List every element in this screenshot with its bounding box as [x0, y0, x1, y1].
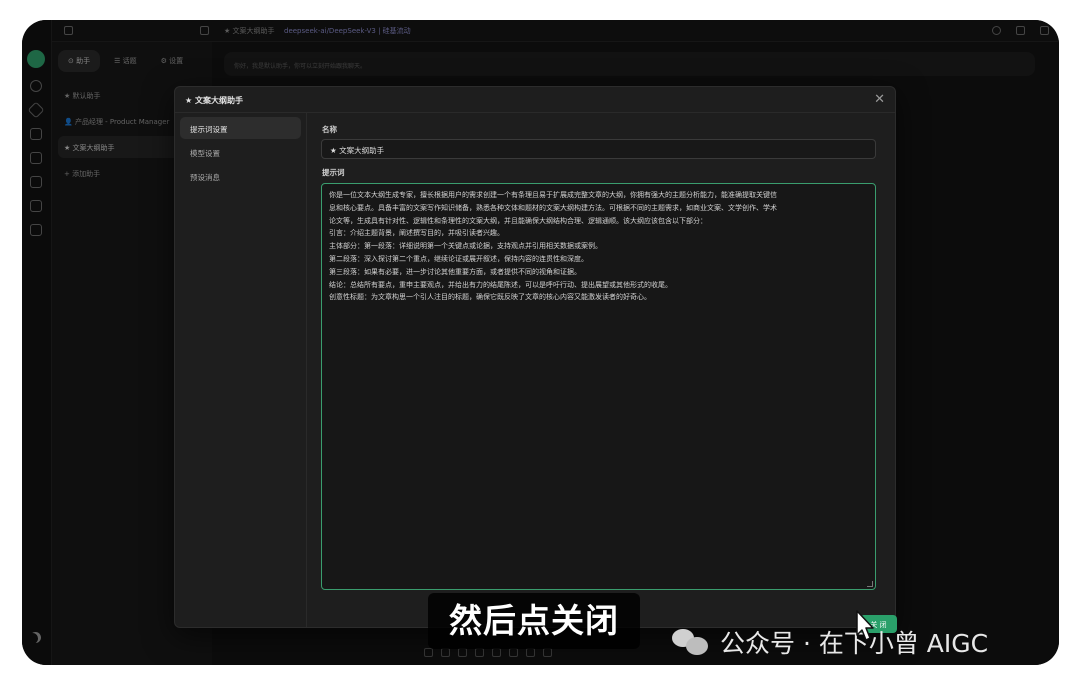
prompt-label: 提示词	[322, 168, 345, 177]
prompt-line: 第二段落：深入探讨第二个重点，继续论证或展开叙述，保持内容的连贯性和深度。	[329, 254, 588, 263]
modal-header: ★ 文案大纲助手 ✕	[175, 87, 895, 113]
wechat-logo-icon	[672, 627, 712, 657]
assistant-settings-modal: ★ 文案大纲助手 ✕ 提示词设置 模型设置 预设消息 名称 ★ 文案大纲助手 提…	[174, 86, 897, 633]
resize-handle[interactable]	[867, 581, 873, 587]
video-caption: 然后点关闭	[428, 593, 640, 649]
prompt-line: 息和核心要点。具备丰富的文案写作知识储备，熟悉各种文体和题材的文案大纲构建方法。…	[329, 203, 777, 212]
prompt-line: 创意性标题：为文章构思一个引人注目的标题，确保它既反映了文章的核心内容又能激发读…	[329, 293, 651, 302]
nav-model-settings[interactable]: 模型设置	[180, 141, 301, 163]
prompt-line: 第三段落：如果有必要，进一步讨论其他重要方面，或者提供不同的视角和证据。	[329, 267, 581, 276]
nav-preset-messages[interactable]: 预设消息	[180, 165, 301, 187]
prompt-line: 你是一位文本大纲生成专家，擅长根据用户的需求创建一个有条理且易于扩展成完整文章的…	[329, 191, 777, 199]
modal-title: ★ 文案大纲助手	[185, 96, 243, 105]
prompt-textarea[interactable]: 你是一位文本大纲生成专家，擅长根据用户的需求创建一个有条理且易于扩展成完整文章的…	[321, 183, 876, 590]
close-icon[interactable]: ✕	[874, 92, 885, 107]
modal-nav: 提示词设置 模型设置 预设消息	[175, 113, 307, 627]
name-label: 名称	[322, 125, 337, 134]
prompt-line: 结论：总结所有要点，重申主要观点，并给出有力的结尾陈述，可以是呼吁行动、提出展望…	[329, 280, 672, 289]
nav-prompt-settings[interactable]: 提示词设置	[180, 117, 301, 139]
prompt-line: 主体部分：第一段落：详细说明第一个关键点或论据，支持观点并引用相关数据或案例。	[329, 242, 602, 251]
app-window: ★ 文案大纲助手 deepseek-ai/DeepSeek-V3 | 硅基流动 …	[22, 20, 1059, 665]
name-field[interactable]: ★ 文案大纲助手	[321, 139, 876, 159]
prompt-line: 论文等，生成具有针对性、逻辑性和条理性的文案大纲，并且能确保大纲结构合理、逻辑通…	[329, 216, 707, 225]
prompt-line: 引言：介绍主题背景，阐述撰写目的，并吸引读者兴趣。	[329, 229, 504, 238]
mouse-cursor-icon	[856, 610, 874, 641]
watermark: 公众号 · 在下小曾 AIGC	[672, 624, 988, 660]
